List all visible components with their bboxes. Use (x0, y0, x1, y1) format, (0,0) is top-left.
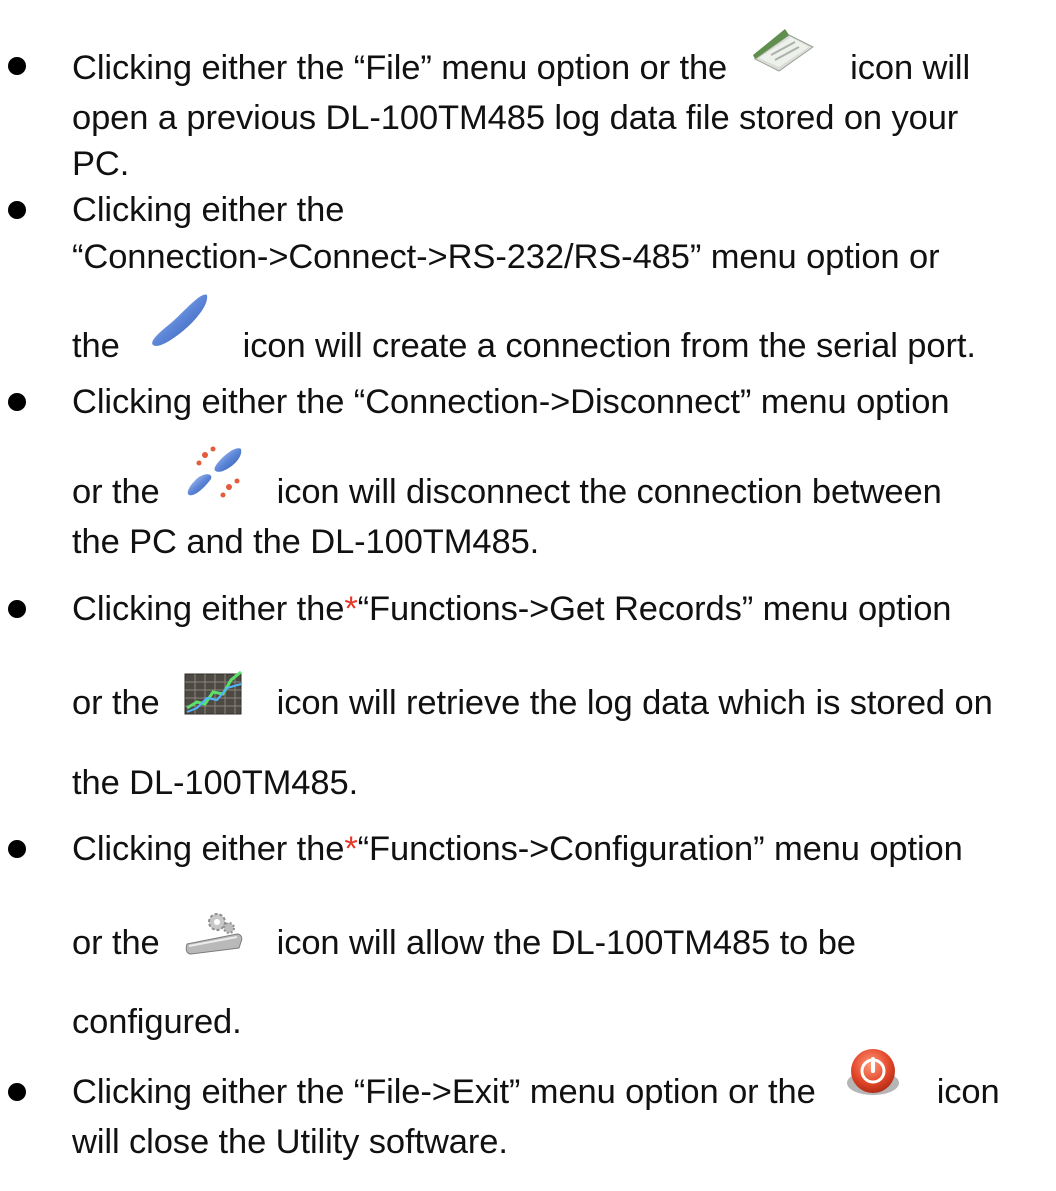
item-5-line-1: Clicking either the*“Functions->Configur… (72, 830, 963, 868)
item-1-line-1: Clicking either the “File” menu option o… (72, 29, 970, 89)
connect-plug-icon (149, 294, 211, 365)
item-4-line-2: or the icon will retrieve the log data w… (72, 670, 993, 724)
bullet (8, 600, 26, 618)
item-2-line-2: “Connection->Connect->RS-232/RS-485” men… (72, 238, 940, 276)
item-5-line-3: configured. (72, 1003, 242, 1041)
item-4-line-3: the DL-100TM485. (72, 764, 359, 802)
footnote-asterisk: * (344, 590, 358, 628)
exit-power-icon (843, 1049, 903, 1111)
item-6-line-2: will close the Utility software. (72, 1123, 508, 1161)
item-1-line-2: open a previous DL-100TM485 log data fil… (72, 99, 959, 137)
bullet (8, 840, 26, 858)
item-1-line-3: PC. (72, 145, 130, 183)
bullet (8, 201, 26, 219)
item-3-line-2: or the icon will disconnect the connecti… (72, 446, 942, 513)
get-records-chart-icon (183, 670, 245, 722)
item-3-line-3: the PC and the DL-100TM485. (72, 523, 540, 561)
item-6-line-1: Clicking either the “File->Exit” menu op… (72, 1049, 1000, 1113)
item-4-line-1: Clicking either the*“Functions->Get Reco… (72, 590, 952, 628)
item-2-line-1: Clicking either the (72, 191, 345, 229)
bullet (8, 1083, 26, 1101)
bullet (8, 393, 26, 411)
item-5-line-2: or the icon will allow the DL-100TM485 t… (72, 913, 856, 964)
disconnect-plug-icon (183, 446, 245, 511)
open-file-icon (749, 29, 819, 85)
item-2-line-3: the icon will create a connection from t… (72, 294, 976, 367)
bullet (8, 57, 26, 75)
footnote-asterisk: * (344, 830, 358, 868)
item-3-line-1: Clicking either the “Connection->Disconn… (72, 383, 950, 421)
configuration-gear-icon (183, 913, 245, 962)
document-page: Clicking either the “File” menu option o… (0, 0, 1056, 1191)
